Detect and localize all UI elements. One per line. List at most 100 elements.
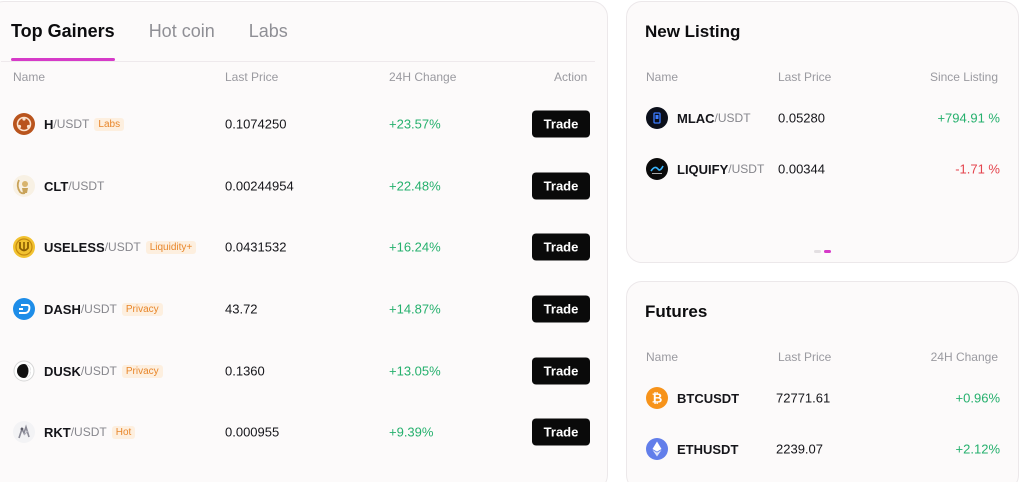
quote-currency: /USDT — [70, 425, 107, 439]
column-header-last-price: Last Price — [225, 70, 279, 84]
coin-symbol: H — [44, 116, 54, 132]
change-24h: +16.24% — [389, 239, 441, 255]
quote-currency: /USDT — [80, 302, 117, 316]
svg-text:₿: ₿ — [652, 392, 663, 407]
column-header-24h-change: 24H Change — [389, 70, 457, 84]
coin-symbol: MLAC — [677, 110, 715, 126]
quote-currency: /USDT — [68, 179, 105, 193]
column-header-name: Name — [646, 350, 679, 364]
trade-button[interactable]: Trade — [532, 110, 590, 138]
new-listing-title: New Listing — [645, 22, 741, 41]
coin-symbol: RKT — [44, 424, 71, 440]
market-tabs: Top Gainers Hot coin Labs — [11, 21, 288, 61]
carousel-dot-active[interactable] — [824, 250, 831, 253]
liquify-coin-icon — [646, 158, 668, 180]
quote-currency: /USDT — [714, 111, 751, 125]
table-row[interactable]: DASH /USDT Privacy 43.72 +14.87% Trade — [0, 289, 609, 329]
change-24h: +23.57% — [389, 116, 441, 132]
change-24h: +13.05% — [389, 363, 441, 379]
last-price: 0.000955 — [225, 424, 280, 440]
change-24h: +0.96% — [955, 390, 1000, 406]
list-item[interactable]: ₿ BTCUSDT 72771.61 +0.96% — [627, 378, 1020, 418]
coin-pair[interactable]: MLAC /USDT — [646, 107, 751, 129]
table-row[interactable]: USELESS /USDT Liquidity+ 0.0431532 +16.2… — [0, 227, 609, 267]
last-price: 0.00344 — [778, 161, 825, 177]
coin-pair[interactable]: RKT /USDT Hot — [13, 421, 136, 443]
table-row[interactable]: DUSK /USDT Privacy 0.1360 +13.05% Trade — [0, 351, 609, 391]
futures-pair[interactable]: ETHUSDT — [646, 438, 738, 460]
coin-symbol: USELESS — [44, 239, 105, 255]
last-price: 0.1074250 — [225, 116, 287, 132]
last-price: 72771.61 — [776, 390, 831, 406]
useless-coin-icon — [13, 236, 35, 258]
column-header-name: Name — [13, 70, 46, 84]
tab-divider — [1, 61, 595, 62]
trade-button[interactable]: Trade — [532, 357, 590, 385]
quote-currency: /USDT — [53, 117, 90, 131]
rkt-coin-icon — [13, 421, 35, 443]
trade-button[interactable]: Trade — [532, 172, 590, 200]
column-header-since-listing: Since Listing — [929, 70, 998, 84]
list-item[interactable]: ETHUSDT 2239.07 +2.12% — [627, 429, 1020, 469]
trade-button[interactable]: Trade — [532, 295, 590, 323]
futures-symbol: ETHUSDT — [677, 441, 739, 457]
tab-top-gainers[interactable]: Top Gainers — [11, 21, 115, 61]
futures-pair[interactable]: ₿ BTCUSDT — [646, 387, 739, 409]
new-listing-panel: New Listing Name Last Price Since Listin… — [626, 1, 1019, 263]
coin-symbol: DUSK — [44, 363, 81, 379]
tag-badge: Privacy — [121, 302, 163, 316]
coin-pair[interactable]: DUSK /USDT Privacy — [13, 360, 163, 382]
dusk-coin-icon — [13, 360, 35, 382]
tag-badge: Liquidity+ — [145, 240, 197, 254]
trade-button[interactable]: Trade — [532, 418, 590, 446]
change-24h: +2.12% — [955, 441, 1000, 457]
mlac-coin-icon — [646, 107, 668, 129]
since-listing-change: +794.91 % — [937, 110, 1000, 126]
change-24h: +14.87% — [389, 301, 441, 317]
carousel-dot[interactable] — [814, 250, 821, 253]
tag-badge: Hot — [111, 425, 136, 439]
since-listing-change: -1.71 % — [955, 161, 1000, 177]
dash-coin-icon — [13, 298, 35, 320]
tab-labs[interactable]: Labs — [249, 21, 288, 61]
last-price: 43.72 — [225, 301, 258, 317]
table-row[interactable]: H /USDT Labs 0.1074250 +23.57% Trade — [0, 104, 609, 144]
list-item[interactable]: MLAC /USDT 0.05280 +794.91 % — [627, 98, 1020, 138]
coin-symbol: CLT — [44, 178, 69, 194]
coin-pair[interactable]: DASH /USDT Privacy — [13, 298, 163, 320]
coin-pair[interactable]: H /USDT Labs — [13, 113, 125, 135]
last-price: 0.1360 — [225, 363, 265, 379]
h-coin-icon — [13, 113, 35, 135]
last-price: 0.05280 — [778, 110, 825, 126]
futures-symbol: BTCUSDT — [677, 390, 740, 406]
list-item[interactable]: LIQUIFY /USDT 0.00344 -1.71 % — [627, 149, 1020, 189]
table-row[interactable]: RKT /USDT Hot 0.000955 +9.39% Trade — [0, 412, 609, 452]
futures-panel: Futures Name Last Price 24H Change ₿ BTC… — [626, 281, 1019, 482]
coin-symbol: LIQUIFY — [677, 161, 729, 177]
column-header-24h-change: 24H Change — [930, 350, 998, 364]
bitcoin-icon: ₿ — [646, 387, 668, 409]
table-row[interactable]: CLT /USDT 0.00244954 +22.48% Trade — [0, 166, 609, 206]
coin-pair[interactable]: CLT /USDT — [13, 175, 104, 197]
futures-title: Futures — [645, 302, 708, 321]
last-price: 0.0431532 — [225, 239, 287, 255]
change-24h: +22.48% — [389, 178, 441, 194]
coin-pair[interactable]: LIQUIFY /USDT — [646, 158, 764, 180]
tag-badge: Privacy — [121, 364, 163, 378]
quote-currency: /USDT — [104, 240, 141, 254]
column-header-last-price: Last Price — [778, 70, 832, 84]
column-header-name: Name — [646, 70, 679, 84]
quote-currency: /USDT — [728, 162, 765, 176]
quote-currency: /USDT — [80, 364, 117, 378]
tag-badge: Labs — [94, 117, 125, 131]
column-header-last-price: Last Price — [778, 350, 832, 364]
last-price: 0.00244954 — [225, 178, 294, 194]
top-gainers-panel: Top Gainers Hot coin Labs Name Last Pric… — [0, 1, 608, 482]
last-price: 2239.07 — [776, 441, 823, 457]
ethereum-icon — [646, 438, 668, 460]
tab-hot-coin[interactable]: Hot coin — [149, 21, 215, 61]
trade-button[interactable]: Trade — [532, 233, 590, 261]
change-24h: +9.39% — [389, 424, 434, 440]
column-header-action: Action — [554, 70, 588, 84]
coin-pair[interactable]: USELESS /USDT Liquidity+ — [13, 236, 197, 258]
